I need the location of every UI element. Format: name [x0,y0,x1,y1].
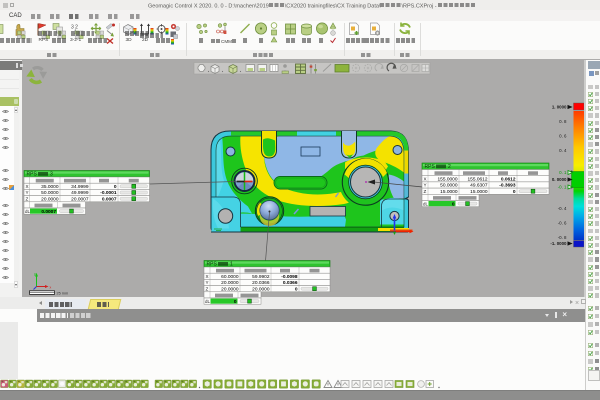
svg-text:Z: Z [424,189,427,194]
svg-text:dL: dL [25,209,30,214]
svg-text:X: X [424,177,427,182]
svg-text:50.0000: 50.0000 [440,183,458,189]
svg-text:Y: Y [206,280,209,285]
svg-text:0.0366: 0.0366 [283,280,298,286]
svg-text:20.0000: 20.0000 [221,286,239,292]
svg-text:20.0366: 20.0366 [252,280,270,286]
svg-text:0.0007: 0.0007 [102,196,117,202]
svg-text:dL: dL [423,201,428,206]
svg-text:0.0007: 0.0007 [41,209,56,215]
svg-text:15.0000: 15.0000 [470,189,488,195]
svg-text:49.6307: 49.6307 [470,183,488,189]
svg-text:Y: Y [26,190,29,195]
svg-text:0: 0 [295,286,298,292]
svg-text:155.0612: 155.0612 [467,177,487,183]
svg-text:-0.0001: -0.0001 [100,190,117,196]
svg-text:2: 2 [448,164,451,170]
svg-text:dL: dL [205,299,210,304]
svg-text:-0.0098: -0.0098 [281,274,298,280]
svg-text:-0.3693: -0.3693 [499,183,516,189]
svg-text:0.0612: 0.0612 [501,177,516,183]
svg-text:Y: Y [424,183,427,188]
svg-text:0: 0 [114,184,117,190]
svg-text:20.0000: 20.0000 [252,286,270,292]
svg-text:60.0000: 60.0000 [221,274,239,280]
svg-text:15.0000: 15.0000 [440,189,458,195]
svg-text:155.0000: 155.0000 [437,177,457,183]
svg-text:3: 3 [50,172,53,178]
svg-text:20.0000: 20.0000 [221,280,239,286]
svg-text:20.0000: 20.0000 [41,196,59,202]
svg-text:1: 1 [230,262,233,268]
svg-text:35.0000: 35.0000 [41,184,59,190]
svg-text:RPS: RPS [425,164,436,170]
svg-text:RPS: RPS [207,262,218,268]
svg-text:X: X [206,274,209,279]
svg-text:X: X [26,184,29,189]
svg-text:50.0000: 50.0000 [41,190,59,196]
svg-text:34.9999: 34.9999 [71,184,89,190]
svg-text:0: 0 [452,201,455,207]
svg-text:Z: Z [206,286,209,291]
svg-text:Z: Z [26,196,29,201]
svg-text:0: 0 [513,189,516,195]
svg-text:0: 0 [234,299,237,305]
svg-text:49.9999: 49.9999 [71,190,89,196]
svg-text:59.9902: 59.9902 [252,274,270,280]
svg-text:20.0007: 20.0007 [71,196,89,202]
svg-text:RPS: RPS [27,172,38,178]
